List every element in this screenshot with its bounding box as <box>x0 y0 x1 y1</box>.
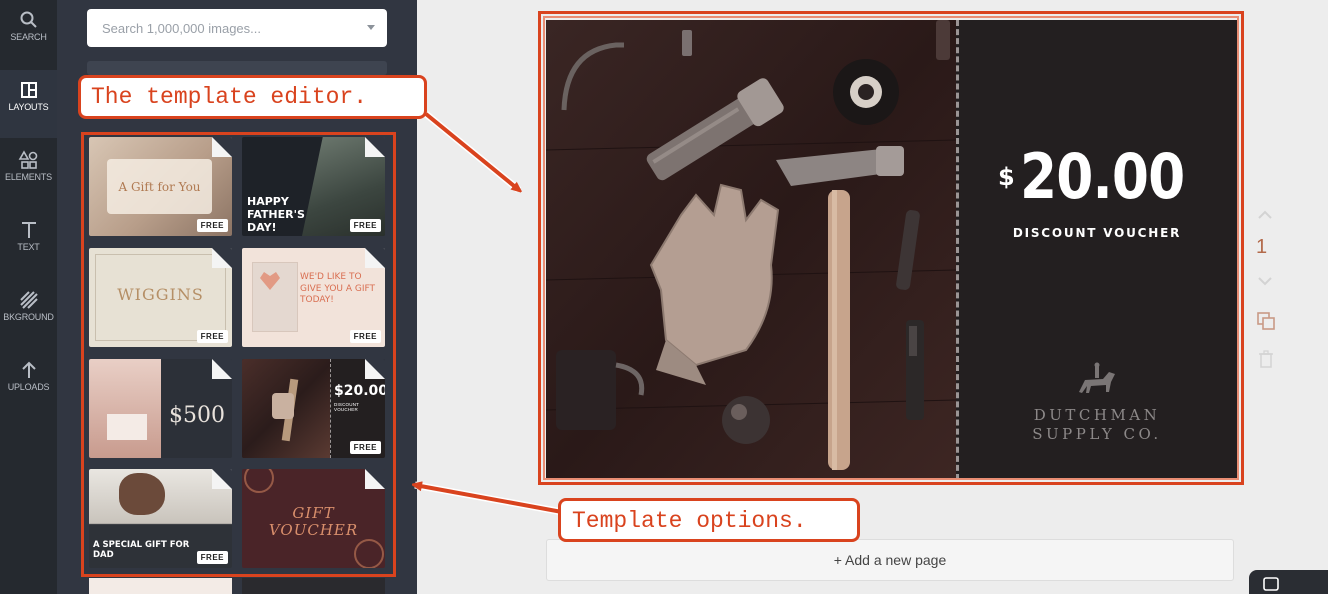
duplicate-page-icon[interactable] <box>1256 311 1276 331</box>
search-input[interactable] <box>87 9 347 47</box>
sidebar-item-label: BKGROUND <box>3 312 54 322</box>
add-page-button[interactable]: + Add a new page <box>546 539 1234 581</box>
sidebar-item-label: UPLOADS <box>7 382 50 392</box>
help-widget[interactable] <box>1249 570 1328 594</box>
sidebar-item-label: ELEMENTS <box>5 172 52 182</box>
search-icon <box>20 11 37 28</box>
text-icon <box>21 222 36 238</box>
sidebar-item-search[interactable]: SEARCH <box>0 0 57 68</box>
template-tile-partial[interactable] <box>89 578 232 594</box>
delete-page-icon[interactable] <box>1258 350 1274 368</box>
layouts-icon <box>20 82 37 98</box>
sidebar-item-label: TEXT <box>17 242 40 252</box>
panel-filter-bar <box>87 61 387 75</box>
search-box[interactable] <box>87 9 387 47</box>
chevron-down-icon[interactable] <box>1257 276 1273 286</box>
sidebar-item-label: SEARCH <box>10 32 47 42</box>
template-editor-callout: The template editor. <box>78 75 427 119</box>
template-editor-inner-highlight <box>543 16 1239 480</box>
template-editor-callout-text: The template editor. <box>91 84 368 110</box>
template-tile-partial[interactable] <box>242 578 385 594</box>
sidebar-rail: SEARCH LAYOUTS ELEMENTS TEXT BKGROUND UP… <box>0 0 57 594</box>
sidebar-item-text[interactable]: TEXT <box>0 210 57 278</box>
sidebar-item-layouts[interactable]: LAYOUTS <box>0 70 57 138</box>
page-number: 1 <box>1256 236 1268 258</box>
elements-icon <box>18 150 37 169</box>
chevron-down-icon[interactable] <box>367 25 375 30</box>
template-options-callout: Template options. <box>558 498 860 542</box>
template-options-highlight <box>81 132 396 577</box>
sidebar-item-uploads[interactable]: UPLOADS <box>0 350 57 418</box>
background-icon <box>19 291 38 309</box>
sidebar-item-label: LAYOUTS <box>8 102 49 112</box>
sidebar-item-background[interactable]: BKGROUND <box>0 280 57 348</box>
uploads-icon <box>21 361 36 378</box>
chat-icon <box>1263 577 1279 591</box>
template-options-callout-text: Template options. <box>572 508 807 534</box>
sidebar-item-elements[interactable]: ELEMENTS <box>0 140 57 208</box>
chevron-up-icon[interactable] <box>1257 210 1273 220</box>
